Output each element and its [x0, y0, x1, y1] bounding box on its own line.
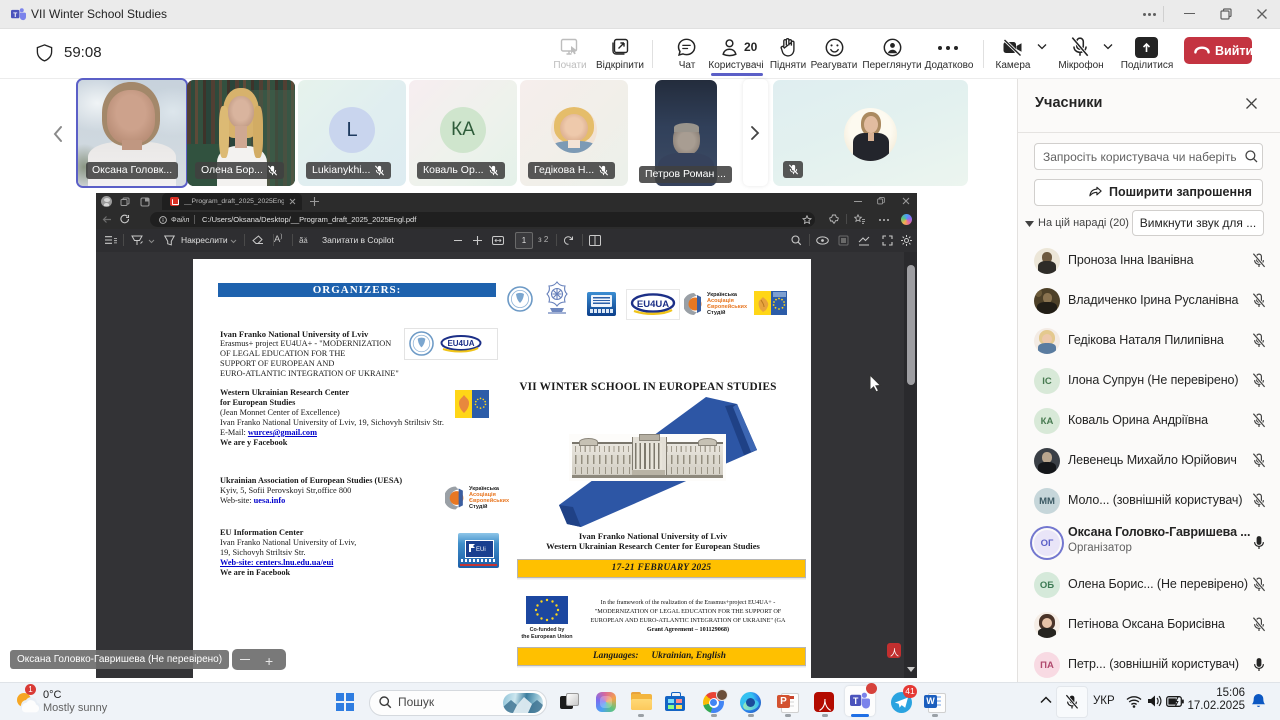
- svg-text:EU4UA: EU4UA: [637, 299, 669, 310]
- svg-text:T: T: [853, 696, 859, 706]
- svg-text:EUi: EUi: [476, 547, 486, 553]
- svg-text:T: T: [13, 12, 17, 19]
- svg-text:EU4UA: EU4UA: [447, 339, 474, 348]
